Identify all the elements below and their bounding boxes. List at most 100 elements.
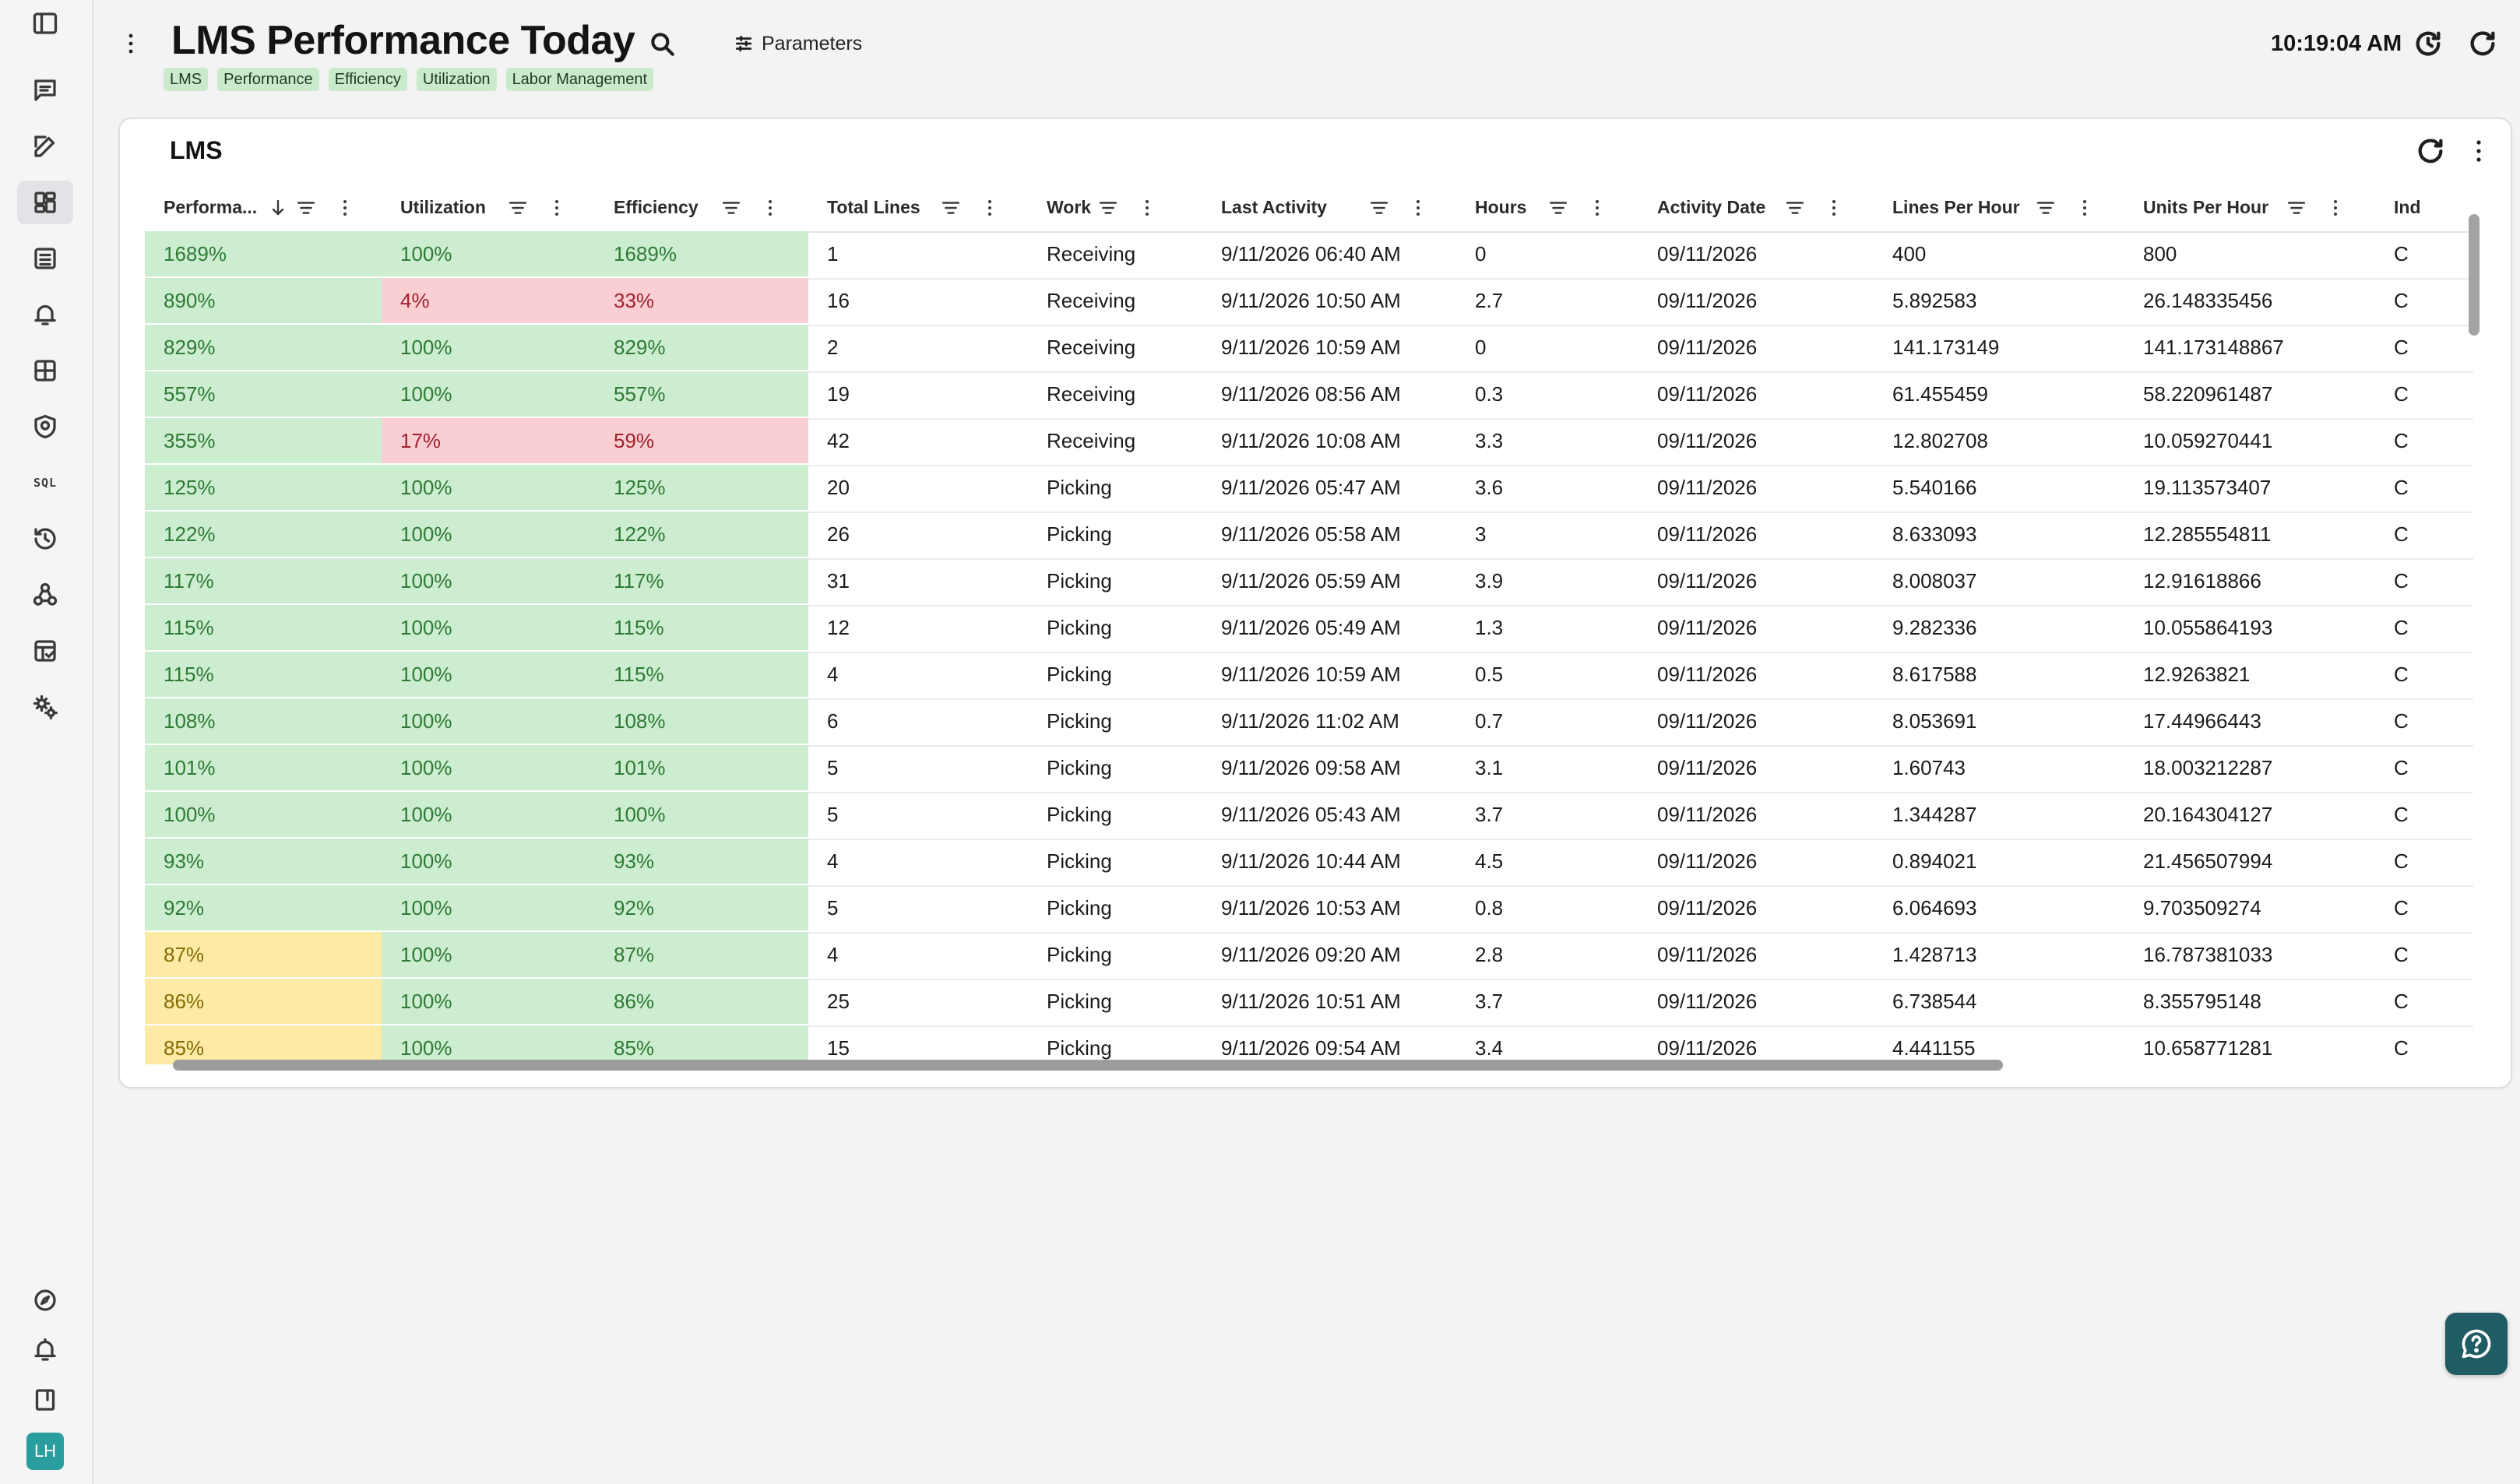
column-header-lines[interactable]: Total Lines [808,183,1028,231]
settings-gears-icon[interactable] [17,685,73,729]
notifications-bell-icon[interactable] [17,1328,73,1372]
horizontal-scroll-thumb[interactable] [173,1060,2003,1071]
page-menu-kebab-icon[interactable] [117,28,145,59]
table-check-icon[interactable] [17,629,73,673]
column-menu-kebab-icon[interactable] [1586,196,1609,220]
cell-eff: 117% [595,558,808,603]
column-header-hours[interactable]: Hours [1456,183,1638,231]
table-row[interactable]: 890% 4% 33% 16 Receiving 9/11/2026 10:50 AM 2.… [145,278,2473,326]
filter-icon[interactable] [294,196,318,220]
table-row[interactable]: 93% 100% 93% 4 Picking 9/11/2026 10:44 AM 4.5 0… [145,839,2473,887]
compass-icon[interactable] [17,1278,73,1322]
column-header-lph[interactable]: Lines Per Hour [1874,183,2124,231]
sidebar-toggle-icon[interactable] [17,2,73,45]
table-row[interactable]: 86% 100% 86% 25 Picking 9/11/2026 10:51 AM 3.7… [145,979,2473,1027]
column-header-date[interactable]: Activity Date [1638,183,1874,231]
column-header-perf[interactable]: Performa... [145,183,382,231]
column-header-eff[interactable]: Efficiency [595,183,808,231]
tag[interactable]: Labor Management [505,68,654,91]
shield-icon[interactable] [17,405,73,448]
table-row[interactable]: 829% 100% 829% 2 Receiving 9/11/2026 10:59 AM… [145,325,2473,373]
column-header-uph[interactable]: Units Per Hour [2124,183,2375,231]
column-menu-kebab-icon[interactable] [978,196,1001,220]
refresh-icon[interactable] [2464,25,2501,62]
cell-value: 100% [400,475,452,499]
sql-icon[interactable]: SQL [17,461,73,505]
table-row[interactable]: 125% 100% 125% 20 Picking 9/11/2026 05:47 AM 3… [145,465,2473,513]
apps-grid-icon[interactable] [17,349,73,392]
card-menu-kebab-icon[interactable] [2459,132,2498,171]
column-menu-kebab-icon[interactable] [1135,196,1159,220]
book-icon[interactable] [17,1378,73,1422]
filter-icon[interactable] [720,196,743,220]
parameters-button[interactable]: Parameters [724,25,871,62]
horizontal-scrollbar[interactable] [145,1053,2473,1075]
filter-icon[interactable] [2034,196,2057,220]
cell-value: 09/11/2026 [1657,802,1758,826]
tag[interactable]: LMS [164,68,209,91]
filter-icon[interactable] [2285,196,2308,220]
dashboard-icon[interactable] [17,181,73,224]
cell-value: 125% [614,475,666,499]
table-row[interactable]: 101% 100% 101% 5 Picking 9/11/2026 09:58 AM 3.… [145,745,2473,793]
cell-value: 1689% [614,241,677,266]
column-menu-kebab-icon[interactable] [758,196,782,220]
cell-work: Picking [1028,465,1202,510]
column-menu-kebab-icon[interactable] [1822,196,1846,220]
cell-work: Picking [1028,932,1202,977]
card-refresh-icon[interactable] [2411,132,2450,171]
cell-lines: 12 [808,605,1028,650]
alert-bell-icon[interactable] [17,293,73,336]
tag[interactable]: Efficiency [328,68,407,91]
filter-icon[interactable] [1367,196,1391,220]
tag[interactable]: Performance [217,68,319,91]
auto-refresh-timer-icon[interactable] [2409,25,2447,62]
cell-value: 8.633093 [1892,522,1977,546]
column-menu-kebab-icon[interactable] [2324,196,2347,220]
vertical-scroll-thumb[interactable] [2469,214,2480,336]
table-row[interactable]: 355% 17% 59% 42 Receiving 9/11/2026 10:08 AM 3… [145,418,2473,466]
column-header-last[interactable]: Last Activity [1202,183,1456,231]
cell-value: 09/11/2026 [1657,755,1758,779]
filter-icon[interactable] [939,196,963,220]
cell-value: C [2394,989,2409,1013]
cell-value: 9/11/2026 05:43 AM [1221,802,1401,826]
cell-value: Picking [1047,849,1112,873]
tag[interactable]: Utilization [416,68,497,91]
filter-icon[interactable] [1783,196,1807,220]
table-row[interactable]: 115% 100% 115% 4 Picking 9/11/2026 10:59 AM 0.… [145,652,2473,700]
help-button[interactable] [2445,1313,2508,1375]
table-row[interactable]: 92% 100% 92% 5 Picking 9/11/2026 10:53 AM 0.8 0… [145,885,2473,934]
column-header-util[interactable]: Utilization [382,183,595,231]
table-row[interactable]: 100% 100% 100% 5 Picking 9/11/2026 05:43 AM 3.… [145,792,2473,840]
column-header-ind[interactable]: Ind [2375,183,2473,231]
table-row[interactable]: 87% 100% 87% 4 Picking 9/11/2026 09:20 AM 2.8 0… [145,932,2473,980]
cell-value: 9/11/2026 10:51 AM [1221,989,1401,1013]
search-icon[interactable] [645,26,681,62]
column-menu-kebab-icon[interactable] [1406,196,1430,220]
user-avatar[interactable]: LH [26,1433,64,1470]
table-row[interactable]: 115% 100% 115% 12 Picking 9/11/2026 05:49 AM 1… [145,605,2473,653]
history-icon[interactable] [17,517,73,561]
table-row[interactable]: 108% 100% 108% 6 Picking 9/11/2026 11:02 AM 0.… [145,698,2473,747]
list-icon[interactable] [17,237,73,280]
table-row[interactable]: 557% 100% 557% 19 Receiving 9/11/2026 08:56 A… [145,371,2473,420]
filter-icon[interactable] [506,196,530,220]
cell-value: 6.738544 [1892,989,1977,1013]
chat-icon[interactable] [17,69,73,112]
table-row[interactable]: 1689% 100% 1689% 1 Receiving 9/11/2026 06:40 … [145,231,2473,280]
filter-icon[interactable] [1096,196,1120,220]
webhook-icon[interactable] [17,573,73,617]
cell-util: 100% [382,698,595,744]
column-menu-kebab-icon[interactable] [2073,196,2096,220]
edit-icon[interactable] [17,125,73,168]
table-row[interactable]: 117% 100% 117% 31 Picking 9/11/2026 05:59 AM 3… [145,558,2473,607]
sort-descending-icon[interactable] [266,196,290,220]
vertical-scrollbar[interactable] [2461,183,2484,1055]
column-menu-kebab-icon[interactable] [545,196,568,220]
table-row[interactable]: 122% 100% 122% 26 Picking 9/11/2026 05:58 AM 3… [145,512,2473,560]
column-header-work[interactable]: Work [1028,183,1202,231]
column-menu-kebab-icon[interactable] [333,196,357,220]
filter-icon[interactable] [1547,196,1570,220]
cell-ind: C [2375,558,2473,603]
